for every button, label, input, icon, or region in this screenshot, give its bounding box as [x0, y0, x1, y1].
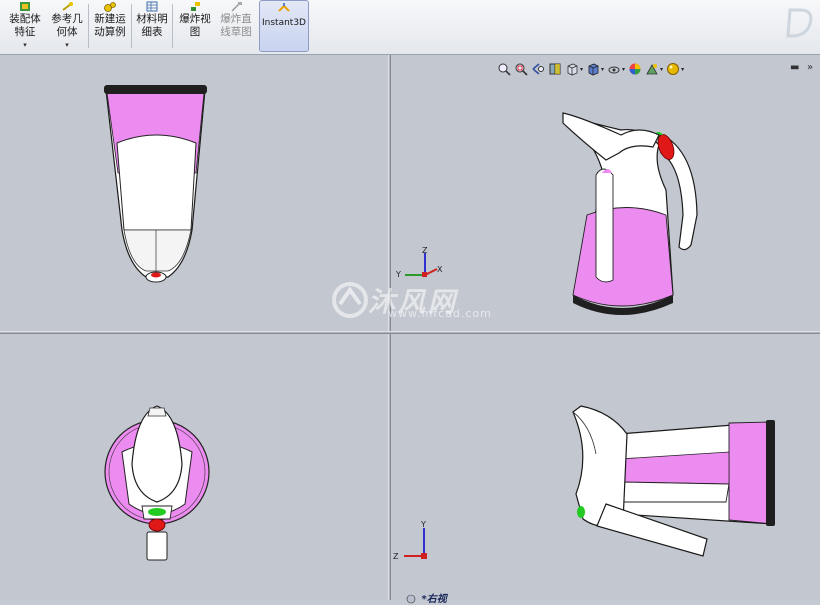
motion-study-label-1: 新建运 [94, 13, 126, 25]
assembly-features-label-1: 装配体 [9, 13, 41, 25]
triad-bottom-right: Y Z [393, 520, 427, 561]
triad-y-label-br: Y [420, 520, 426, 529]
toolbar-separator [172, 4, 173, 48]
command-manager-toolbar: 装配体 特征 ▾ 参考几 何体 ▾ 新建运 动算例 材料明 细表 爆炸视 图 爆… [0, 0, 820, 55]
reference-geometry-dropdown-arrow[interactable]: ▾ [65, 39, 69, 51]
toolbar-separator [88, 4, 89, 48]
view-orientation-small-icon [406, 594, 416, 604]
instant3d-icon [278, 3, 290, 12]
explode-line-label-2: 线草图 [220, 26, 252, 38]
motion-study-label-2: 动算例 [94, 26, 126, 38]
assembly-features-icon [20, 2, 30, 11]
assembly-features-label-2: 特征 [14, 26, 36, 38]
triad-x-label: X [437, 265, 443, 274]
explode-line-label-1: 爆炸直 [220, 13, 252, 25]
bom-label-2: 细表 [141, 26, 163, 38]
motion-study-icon [104, 2, 116, 12]
model-top-view [104, 405, 210, 561]
triad-z-label-br: Z [393, 552, 399, 561]
triad-top-right: Z Y X [395, 246, 443, 279]
explode-line-sketch-button[interactable]: 爆炸直 线草图 [216, 0, 256, 52]
instant3d-content: Instant3D [260, 1, 308, 53]
model-right-view [572, 405, 775, 557]
reference-geometry-label-2: 何体 [56, 26, 78, 38]
instant3d-label: Instant3D [262, 18, 306, 28]
triad-y-label: Y [395, 270, 401, 279]
assembly-features-dropdown-arrow[interactable]: ▾ [23, 39, 27, 51]
exploded-view-button[interactable]: 爆炸视 图 [175, 0, 215, 52]
reference-geometry-button[interactable]: 参考几 何体 ▾ [46, 0, 88, 52]
bom-table-icon [146, 1, 158, 12]
bill-of-materials-button[interactable]: 材料明 细表 [133, 0, 171, 52]
solidworks-logo-icon [786, 6, 816, 46]
bom-label-1: 材料明 [136, 13, 168, 25]
reference-geometry-label-1: 参考几 [51, 13, 83, 25]
watermark-url: www.mfcad.com [388, 307, 492, 320]
toolbar-separator [131, 4, 132, 48]
reference-geometry-icon [62, 2, 73, 11]
exploded-view-icon [191, 2, 200, 11]
view-name-label: *右视 [404, 590, 447, 605]
exploded-view-label-2: 图 [189, 26, 201, 38]
explode-line-sketch-icon [231, 2, 242, 12]
exploded-view-label-1: 爆炸视 [179, 13, 211, 25]
new-motion-study-button[interactable]: 新建运 动算例 [90, 0, 130, 52]
watermark-logo-icon [332, 282, 368, 318]
assembly-features-button[interactable]: 装配体 特征 ▾ [6, 0, 44, 52]
triad-z-label: Z [422, 246, 428, 255]
instant3d-button[interactable]: Instant3D [259, 0, 309, 52]
